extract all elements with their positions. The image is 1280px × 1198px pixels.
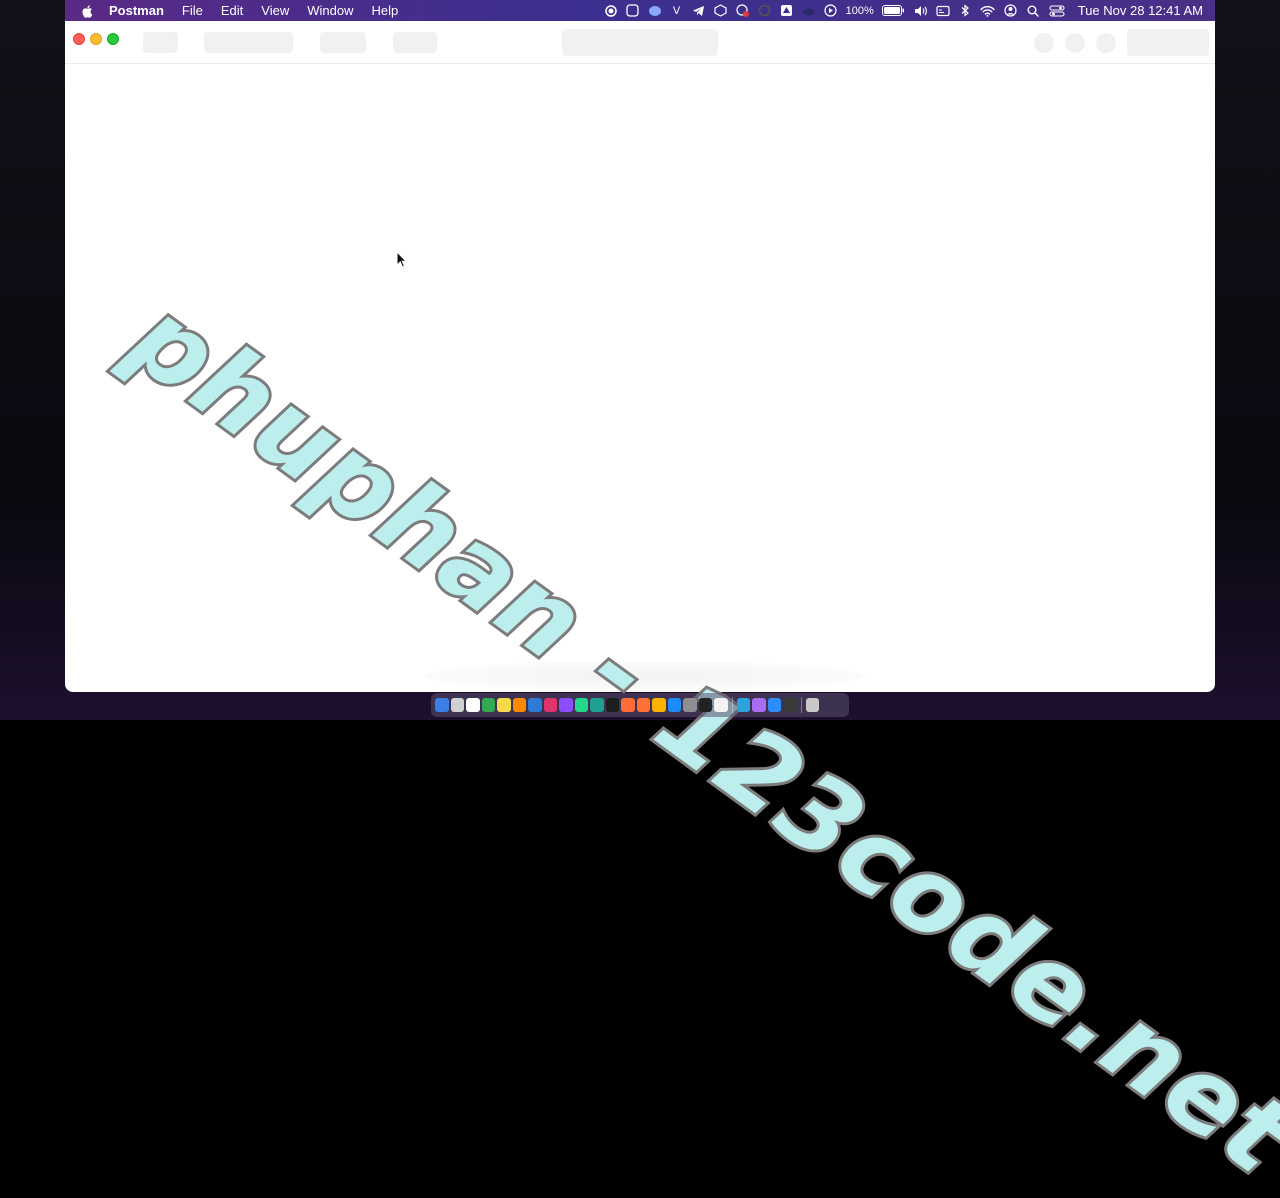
dock-sublime-icon[interactable] <box>512 698 526 712</box>
dock-separator <box>800 697 802 713</box>
window-titlebar <box>65 21 1215 64</box>
box-icon[interactable] <box>714 4 728 18</box>
apple-icon[interactable] <box>81 4 95 18</box>
battery-icon[interactable] <box>882 4 906 18</box>
close-window-button[interactable] <box>73 33 85 45</box>
zoom-window-button[interactable] <box>107 33 119 45</box>
account-placeholder <box>1127 29 1209 56</box>
nav-placeholder-4 <box>393 32 437 53</box>
nav-placeholder-3 <box>320 32 366 53</box>
dock-separator <box>731 697 733 713</box>
nav-placeholder-2 <box>204 32 293 53</box>
volume-icon[interactable] <box>914 4 928 18</box>
circle-icon[interactable] <box>758 4 772 18</box>
dock-notion-icon[interactable] <box>714 698 728 712</box>
dock-calendar-icon[interactable] <box>466 698 480 712</box>
menu-edit[interactable]: Edit <box>221 3 243 18</box>
user-icon[interactable] <box>1004 4 1018 18</box>
dock-safari-icon[interactable] <box>667 698 681 712</box>
display-icon[interactable] <box>936 4 950 18</box>
dock-settings-icon[interactable] <box>683 698 697 712</box>
minimize-window-button[interactable] <box>90 33 102 45</box>
dock-trash-icon[interactable] <box>805 698 819 712</box>
menu-clock[interactable]: Tue Nov 28 12:41 AM <box>1078 3 1203 18</box>
dock-screen-icon[interactable] <box>783 698 797 712</box>
search-placeholder <box>562 29 718 56</box>
menu-file[interactable]: File <box>182 3 203 18</box>
search-icon[interactable] <box>1026 4 1040 18</box>
dock <box>431 693 849 717</box>
menu-view[interactable]: View <box>261 3 289 18</box>
icon-placeholder-1 <box>1034 33 1054 53</box>
mouse-cursor-icon <box>396 251 408 268</box>
dock-intellij-icon[interactable] <box>543 698 557 712</box>
status-area: V 100% Tue Nov 28 12:41 AM <box>604 0 1215 21</box>
vim-icon[interactable]: V <box>670 4 684 18</box>
dock-firefox-icon[interactable] <box>636 698 650 712</box>
bluetooth-icon[interactable] <box>958 4 972 18</box>
menu-help[interactable]: Help <box>371 3 398 18</box>
dock-notes-icon[interactable] <box>497 698 511 712</box>
dock-chrome-icon[interactable] <box>481 698 495 712</box>
dock-finder-icon[interactable] <box>435 698 449 712</box>
screen-icon[interactable] <box>626 4 640 18</box>
dock-telegram-icon[interactable] <box>736 698 750 712</box>
mastodon-icon[interactable] <box>648 4 662 18</box>
icon-placeholder-3 <box>1096 33 1116 53</box>
wifi-icon[interactable] <box>980 4 996 18</box>
dock-sketch-icon[interactable] <box>652 698 666 712</box>
nav-placeholder-1 <box>143 32 178 53</box>
dock-launchpad-icon[interactable] <box>450 698 464 712</box>
cloud-sync-icon[interactable] <box>735 4 750 18</box>
dock-postman-icon[interactable] <box>621 698 635 712</box>
dock-messenger-icon[interactable] <box>752 698 766 712</box>
cloud-icon[interactable] <box>802 4 816 18</box>
record-icon[interactable] <box>604 4 618 18</box>
dock-zoom-icon[interactable] <box>767 698 781 712</box>
play-icon[interactable] <box>824 4 838 18</box>
dock-pycharm-icon[interactable] <box>574 698 588 712</box>
dock-terminal-icon[interactable] <box>605 698 619 712</box>
menu-app-name[interactable]: Postman <box>109 3 164 18</box>
telegram-icon[interactable] <box>692 4 706 18</box>
dock-capcut-icon[interactable] <box>698 698 712 712</box>
control-center-icon[interactable] <box>1048 4 1066 18</box>
menu-bar: Postman File Edit View Window Help V 100… <box>65 0 1215 21</box>
drive-icon[interactable] <box>780 4 794 18</box>
dock-vscode-icon[interactable] <box>528 698 542 712</box>
battery-percent: 100% <box>845 4 874 17</box>
dock-phpstorm-icon[interactable] <box>559 698 573 712</box>
icon-placeholder-2 <box>1065 33 1085 53</box>
dock-datagrip-icon[interactable] <box>590 698 604 712</box>
menu-window[interactable]: Window <box>307 3 353 18</box>
desktop: Postman File Edit View Window Help V 100… <box>0 0 1280 1198</box>
